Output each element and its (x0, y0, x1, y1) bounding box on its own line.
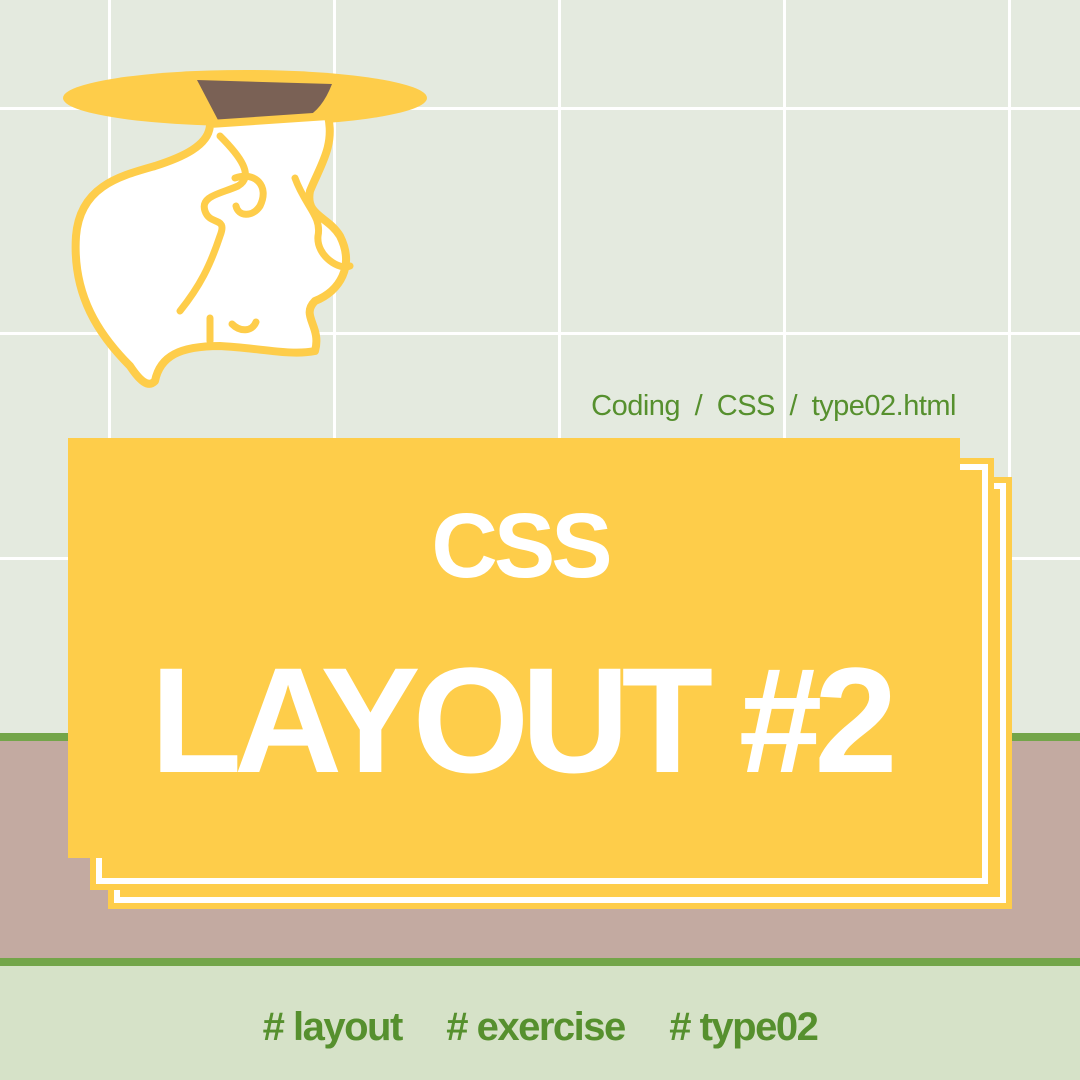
breadcrumb-item-css[interactable]: CSS (717, 390, 776, 422)
hashtag-type02[interactable]: # type02 (669, 1005, 819, 1050)
hashtag-layout[interactable]: # layout (263, 1005, 404, 1050)
hashtag-list: # layout # exercise # type02 (0, 1005, 1080, 1050)
thumbnail-canvas: Coding / CSS / type02.html CSS LAYOUT #2… (0, 0, 1080, 1080)
breadcrumb-item-file[interactable]: type02.html (812, 390, 957, 422)
breadcrumb-separator: / (694, 390, 703, 422)
card-title: LAYOUT #2 (150, 636, 897, 804)
ghost-falling-through-hole-icon (63, 70, 427, 388)
floor-bottom-stripe (0, 958, 1080, 966)
card-subtitle: CSS (431, 495, 612, 597)
breadcrumb: Coding / CSS / type02.html (591, 390, 956, 423)
breadcrumb-item-coding[interactable]: Coding (591, 390, 680, 422)
hashtag-exercise[interactable]: # exercise (446, 1005, 626, 1050)
breadcrumb-separator: / (789, 390, 798, 422)
